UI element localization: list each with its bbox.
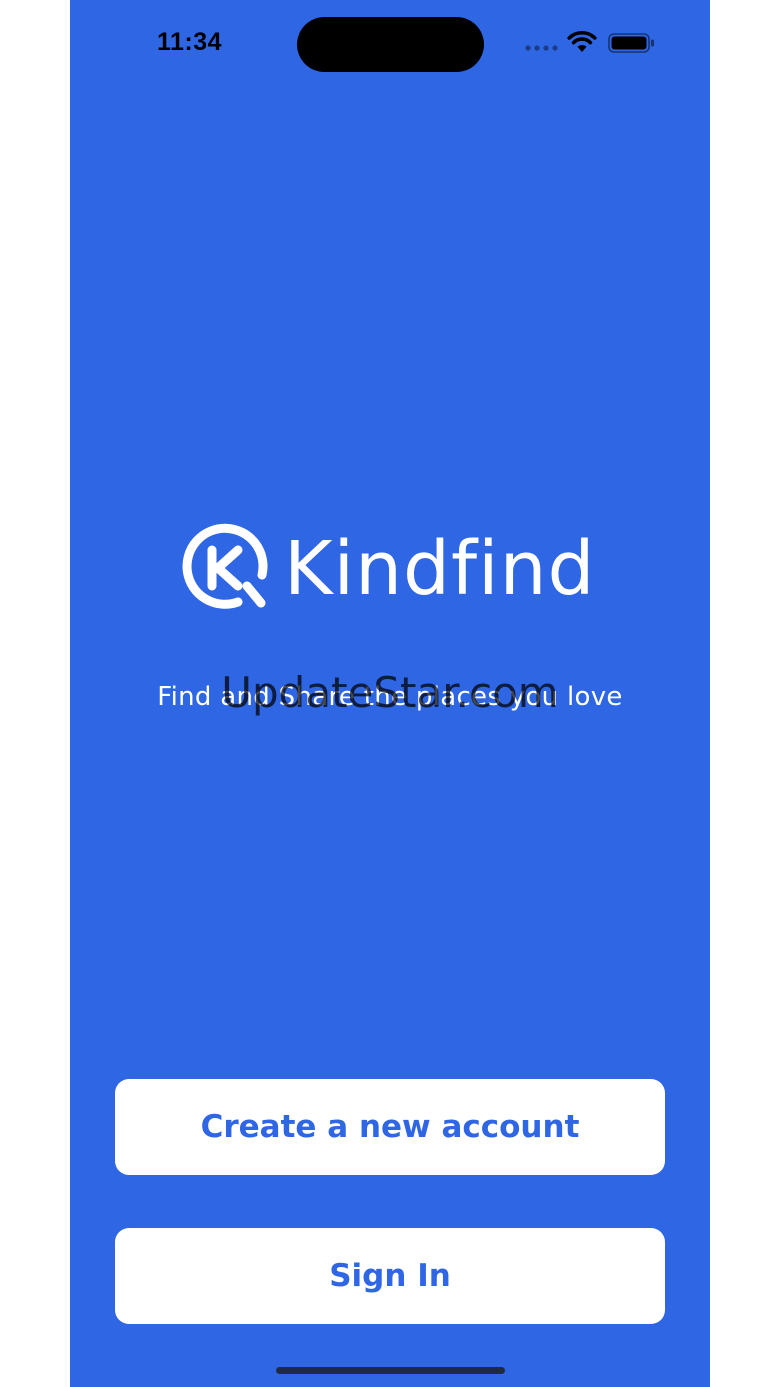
home-indicator[interactable]: [276, 1367, 505, 1374]
tagline: Find and Share the places you love: [157, 682, 623, 712]
app-screen: 11:34 Kindfind Find and Share the places…: [70, 0, 710, 1387]
signal-icon: [525, 45, 558, 51]
wifi-icon: [567, 30, 597, 52]
logo-wordmark: Kindfind: [284, 526, 596, 612]
battery-icon: [608, 33, 654, 53]
logo-mark-icon: [182, 523, 268, 609]
dynamic-island: [297, 17, 484, 72]
create-account-button[interactable]: Create a new account: [115, 1079, 665, 1175]
sign-in-button[interactable]: Sign In: [115, 1228, 665, 1324]
kindfind-logo: Kindfind: [180, 520, 605, 620]
status-time: 11:34: [157, 28, 223, 56]
